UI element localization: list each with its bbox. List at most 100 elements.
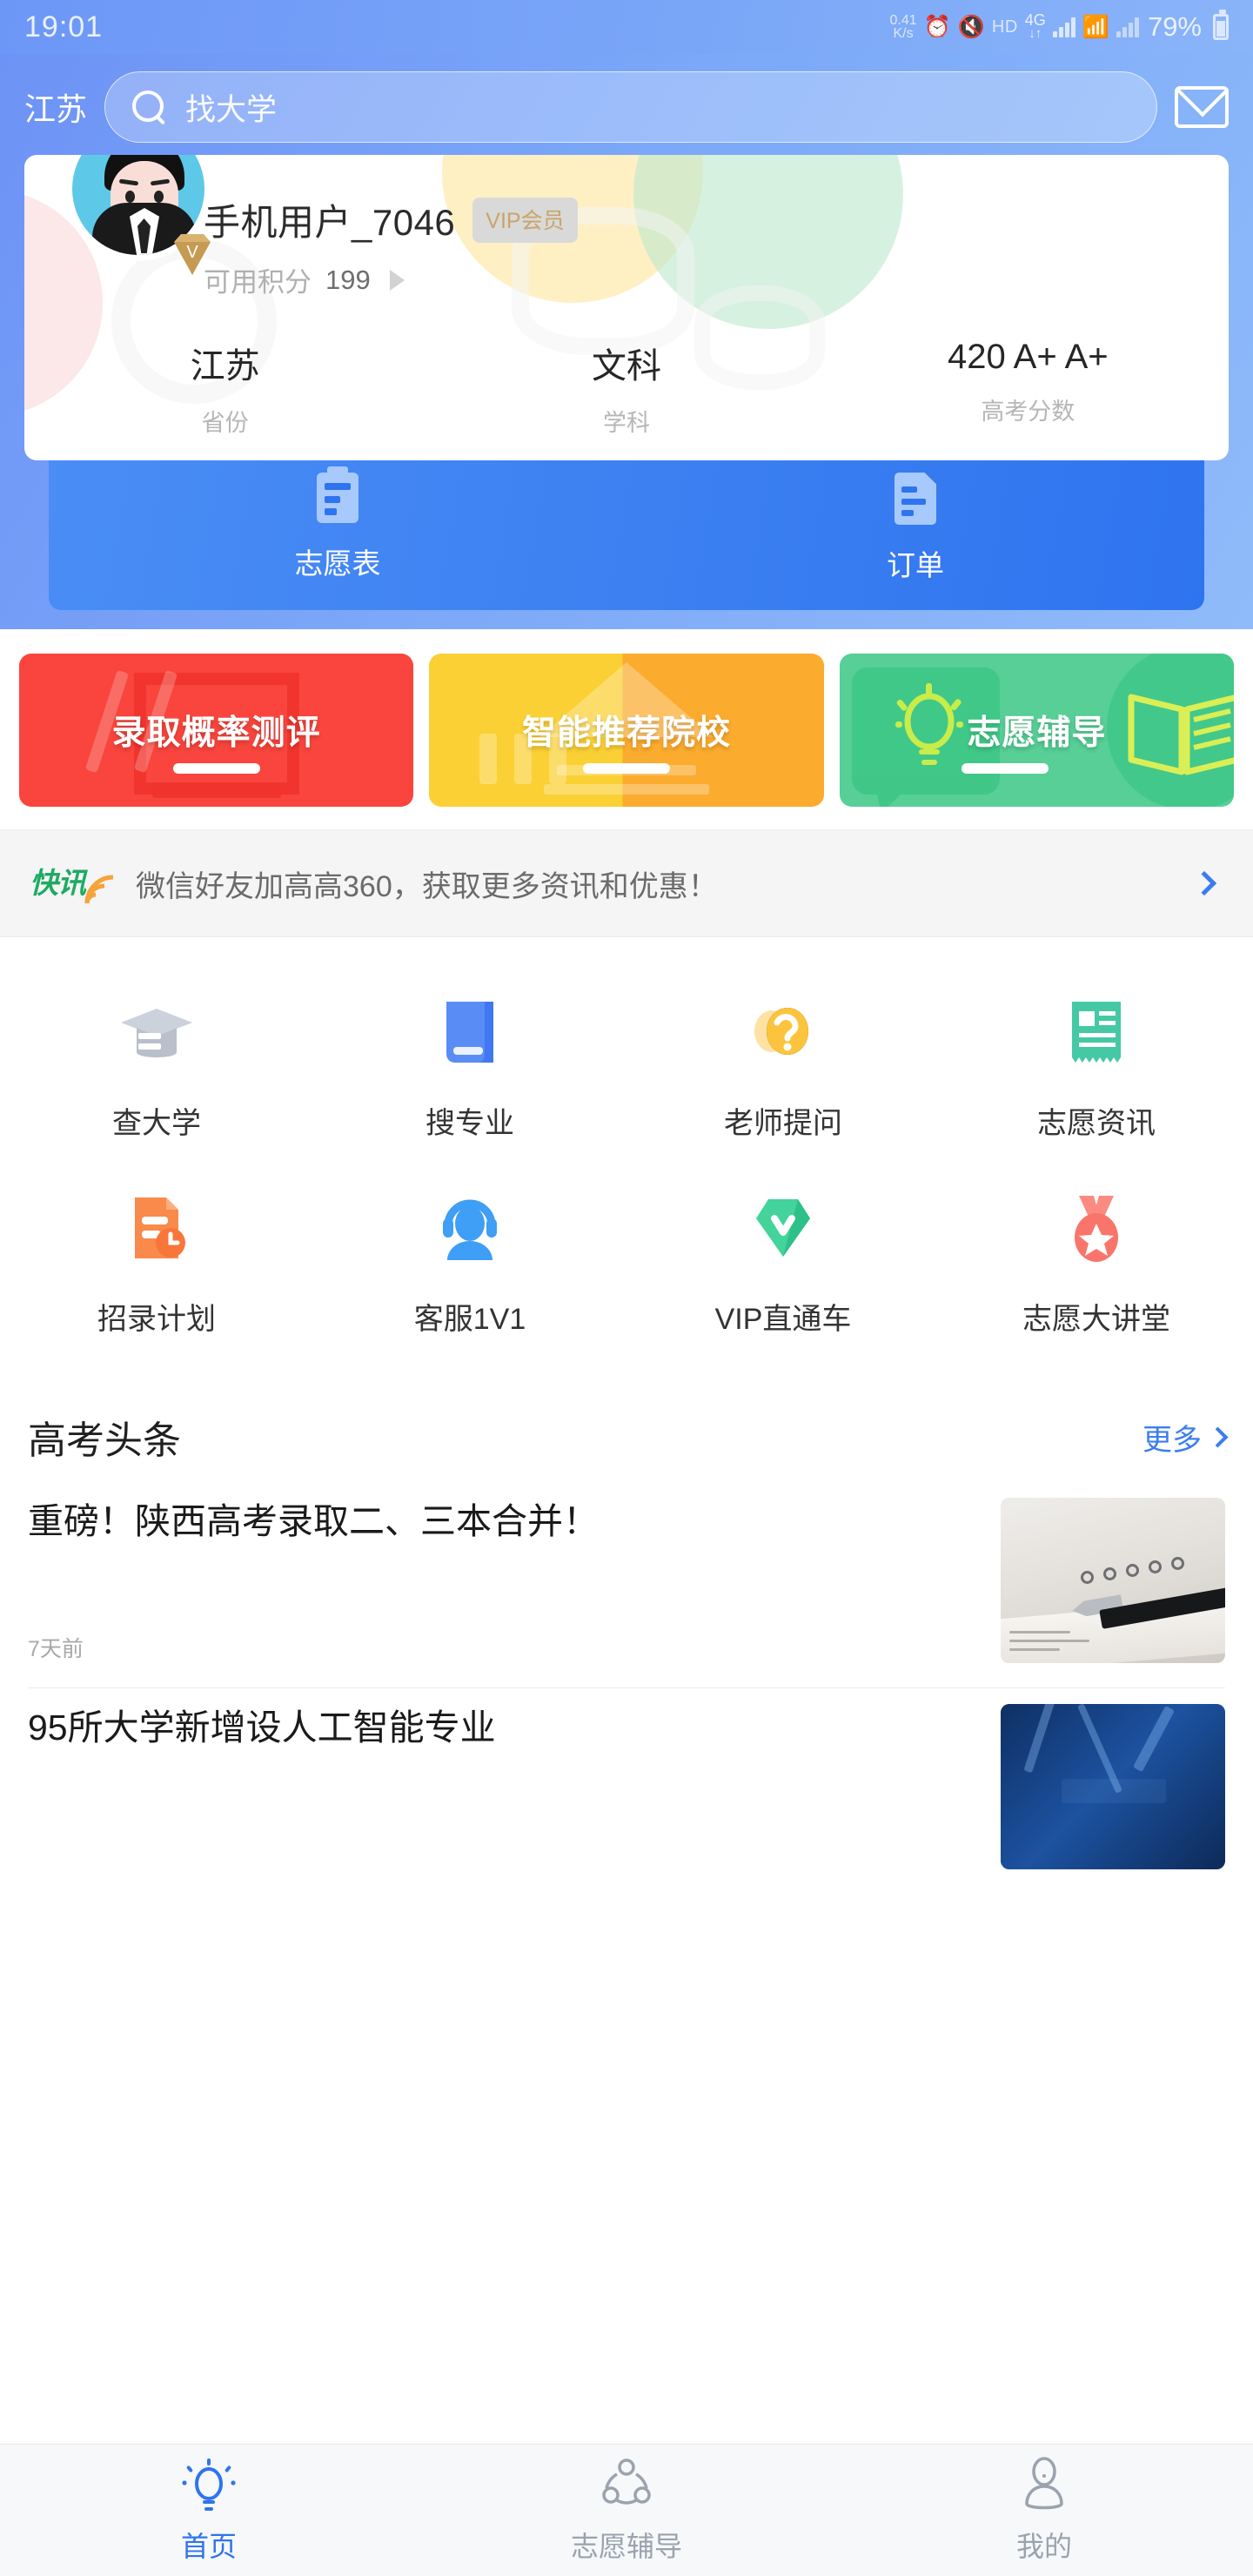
- grid-item-volunteer-lecture[interactable]: 志愿大讲堂: [940, 1171, 1253, 1367]
- profile-card-wrapper: V 手机用户_7046 VIP会员 可用积分 199 江苏 省份 文科 学科 4…: [24, 155, 1229, 610]
- news-item[interactable]: 95所大学新增设人工智能专业: [0, 1688, 1253, 1894]
- stat-province[interactable]: 江苏 省份: [24, 338, 425, 438]
- grid-row-2: 招录计划 客服1V1 VIP直通车 志愿大讲堂: [0, 1171, 1253, 1367]
- spiral-ring-2: [1103, 1567, 1116, 1580]
- grid-item-label: 客服1V1: [413, 1303, 526, 1336]
- action-label: 志愿表: [294, 547, 381, 580]
- section-title: 高考头条: [28, 1419, 181, 1462]
- more-link[interactable]: 更多: [1142, 1416, 1229, 1459]
- battery-icon: [1213, 10, 1229, 40]
- news-time: 7天前: [28, 1637, 84, 1661]
- grid-item-volunteer-news[interactable]: 志愿资讯: [940, 976, 1253, 1171]
- chevron-right-icon: [1207, 1426, 1229, 1448]
- sim2-no-service-icon: 📶: [1082, 14, 1109, 39]
- headset-support-icon: [429, 1187, 511, 1269]
- spiral-ring-4: [1149, 1560, 1162, 1573]
- headlines-header: 高考头条 更多: [0, 1393, 1253, 1482]
- promo-card-smart-recommend[interactable]: 智能推荐院校: [429, 654, 824, 807]
- action-orders[interactable]: 订单: [626, 473, 1204, 584]
- status-time: 19:01: [24, 10, 104, 44]
- news-text-block: 95所大学新增设人工智能专业: [28, 1704, 978, 1869]
- open-book-icon: [1126, 685, 1234, 775]
- news-thumbnail: [1001, 1498, 1225, 1663]
- stat-score[interactable]: 420 A+ A+ 高考分数: [828, 338, 1229, 438]
- points-label: 可用积分: [204, 267, 312, 298]
- spiral-ring-5: [1171, 1557, 1184, 1570]
- profile-card[interactable]: V 手机用户_7046 VIP会员 可用积分 199 江苏 省份 文科 学科 4…: [24, 155, 1229, 460]
- profile-stats: 江苏 省份 文科 学科 420 A+ A+ 高考分数: [24, 338, 1229, 438]
- spiral-ring-3: [1126, 1564, 1139, 1577]
- signal-bars-sim1-icon: [1052, 17, 1075, 37]
- grid-item-search-major[interactable]: 搜专业: [313, 976, 626, 1171]
- avatar-brow-right: [150, 178, 171, 186]
- text-line-2: [1009, 1640, 1089, 1642]
- promo-title: 智能推荐院校: [521, 714, 731, 752]
- clipboard-icon: [317, 466, 358, 523]
- light-panel: [1062, 1779, 1166, 1803]
- promo-cards: 录取概率测评 智能推荐院校 志愿辅导: [0, 629, 1253, 829]
- grid-item-label: 志愿资讯: [1037, 1107, 1156, 1140]
- grid-item-label: VIP直通车: [714, 1303, 852, 1336]
- kuaixun-logo: 快讯: [30, 860, 114, 907]
- diamond-v-icon: [742, 1187, 824, 1269]
- academy-base-2: [543, 784, 709, 795]
- more-label: 更多: [1142, 1423, 1202, 1457]
- avatar-eye-right: [154, 191, 164, 203]
- location-selector[interactable]: 江苏: [24, 84, 87, 130]
- grid-item-support-1v1[interactable]: 客服1V1: [313, 1171, 626, 1367]
- promo-card-volunteer-guidance[interactable]: 志愿辅导: [839, 654, 1234, 807]
- network-speed-value: 0.41: [889, 12, 917, 28]
- news-thumbnail: [1001, 1704, 1225, 1869]
- grid-item-search-university[interactable]: 查大学: [0, 976, 313, 1171]
- stat-label: 高考分数: [981, 399, 1075, 425]
- mail-icon[interactable]: [1175, 86, 1229, 128]
- svg-text:V: V: [186, 243, 198, 262]
- tab-home[interactable]: 首页: [0, 2457, 418, 2565]
- quick-action-bar: 志愿表 订单: [49, 452, 1204, 610]
- promo-underline: [172, 763, 260, 774]
- username: 手机用户_7046: [204, 202, 456, 243]
- academy-column-1: [479, 734, 498, 784]
- grid-item-label: 搜专业: [425, 1107, 514, 1140]
- network-speed: 0.41 K/s: [889, 12, 917, 41]
- points-row[interactable]: 可用积分 199: [204, 260, 1229, 299]
- text-line-3: [1009, 1648, 1060, 1651]
- alarm-icon: ⏰: [923, 14, 951, 39]
- newspaper-icon: [1055, 991, 1137, 1073]
- action-volunteer-form[interactable]: 志愿表: [49, 466, 626, 584]
- tab-label: 首页: [180, 2530, 237, 2562]
- grid-row-1: 查大学 搜专业 老师提问 志愿资讯: [0, 976, 1253, 1171]
- news-title: 重磅！陕西高考录取二、三本合并！: [28, 1501, 599, 1541]
- grid-item-ask-teacher[interactable]: 老师提问: [626, 976, 940, 1171]
- grid-item-label: 招录计划: [97, 1303, 216, 1336]
- news-item[interactable]: 重磅！陕西高考录取二、三本合并！ 7天前: [0, 1482, 1253, 1687]
- document-clock-icon: [116, 1187, 198, 1269]
- network-speed-unit: K/s: [893, 26, 914, 41]
- tab-volunteer-guidance[interactable]: 志愿辅导: [418, 2457, 835, 2565]
- news-text-block: 重磅！陕西高考录取二、三本合并！ 7天前: [28, 1498, 978, 1663]
- person-icon: [1025, 2456, 1063, 2509]
- stat-subject[interactable]: 文科 学科: [425, 338, 827, 438]
- grid-item-enrollment-plan[interactable]: 招录计划: [0, 1171, 313, 1367]
- search-input[interactable]: 找大学: [104, 71, 1157, 143]
- chevron-right-icon: [389, 269, 405, 291]
- tab-label: 我的: [1015, 2530, 1072, 2562]
- document-icon: [895, 473, 936, 525]
- status-icons: 0.41 K/s ⏰ 🔇 HD 4G ↓↑ 📶 79%: [889, 10, 1229, 43]
- promo-card-admission-probability[interactable]: 录取概率测评: [19, 654, 414, 807]
- kuaixun-label: 快讯: [30, 867, 86, 899]
- grid-item-vip-express[interactable]: VIP直通车: [626, 1171, 940, 1367]
- grid-item-label: 志愿大讲堂: [1022, 1303, 1170, 1336]
- search-icon: [131, 90, 166, 124]
- signal-bars-sim2-icon: [1116, 17, 1139, 37]
- action-label: 订单: [887, 549, 944, 581]
- monitor-stand: [151, 784, 281, 798]
- tab-profile[interactable]: 我的: [835, 2456, 1253, 2565]
- feature-grid: 查大学 搜专业 老师提问 志愿资讯 招录计划 客服1V1 VIP直通车 志愿大讲…: [0, 937, 1253, 1393]
- battery-percent: 79%: [1147, 11, 1202, 42]
- points-value: 199: [325, 264, 371, 295]
- book-icon: [429, 991, 511, 1073]
- grid-item-label: 查大学: [112, 1107, 201, 1140]
- chevron-right-icon[interactable]: [1191, 870, 1217, 896]
- news-ticker[interactable]: 快讯 微信好友加高高360，获取更多资讯和优惠！: [0, 829, 1253, 937]
